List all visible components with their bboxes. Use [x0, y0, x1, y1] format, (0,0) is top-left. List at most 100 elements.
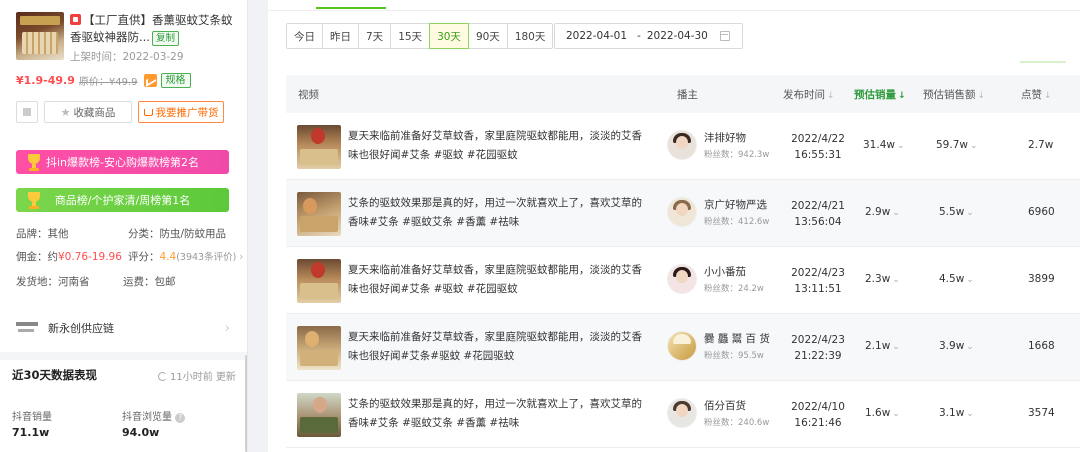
trend-chart-icon[interactable]	[143, 73, 157, 87]
table-row[interactable]: 艾条的驱蚊效果那是真的好，用过一次就喜欢上了，喜欢艾草的香味#艾条 #驱蚊艾条 …	[286, 381, 1080, 448]
video-thumbnail[interactable]	[297, 192, 341, 236]
favorite-button[interactable]: ★ 收藏商品	[44, 101, 132, 123]
video-description[interactable]: 艾条的驱蚊效果那是真的好，用过一次就喜欢上了，喜欢艾草的香味#艾条 #驱蚊艾条 …	[348, 194, 652, 232]
est-revenue[interactable]: 3.9w ⌄	[939, 340, 974, 352]
scrollbar[interactable]	[245, 355, 247, 452]
video-description[interactable]: 夏天来临前准备好艾草蚊香，家里庭院驱蚊都能用，淡淡的艾香味也很好闻#艾条#驱蚊 …	[348, 328, 652, 366]
anchor-fans: 粉丝数：942.3w	[704, 150, 770, 160]
video-thumbnail[interactable]	[297, 259, 341, 303]
video-thumbnail[interactable]	[297, 125, 341, 169]
est-revenue[interactable]: 4.5w ⌄	[939, 273, 974, 285]
est-revenue-value: 59.7w	[936, 139, 968, 151]
range-180d[interactable]: 180天	[506, 23, 554, 49]
chevron-down-icon: ⌄	[892, 342, 900, 352]
listed-date-label: 上架时间：	[70, 51, 123, 63]
video-description[interactable]: 艾条的驱蚊效果那是真的好，用过一次就喜欢上了，喜欢艾草的香味#艾条 #驱蚊艾条 …	[348, 395, 652, 433]
time-range-selector: 今日 昨日 7天 15天 30天 90天 180天	[286, 23, 554, 49]
est-sales-value: 1.6w	[865, 407, 891, 419]
est-sales-value: 2.1w	[865, 340, 891, 352]
rating[interactable]: 评分：4.4(3943条评价) ›	[128, 249, 244, 265]
range-30d[interactable]: 30天	[429, 23, 469, 49]
trophy-icon	[24, 190, 44, 210]
anchor-name[interactable]: 小小番茄	[704, 264, 746, 279]
chevron-down-icon: ⌄	[892, 275, 900, 285]
video-description[interactable]: 夏天来临前准备好艾草蚊香，家里庭院驱蚊都能用，淡淡的艾香味也很好闻#艾条 #驱蚊…	[348, 127, 652, 165]
anchor-name[interactable]: 佰分百货	[704, 398, 746, 413]
promote-label: 我要推广带货	[155, 106, 219, 119]
copy-button[interactable]: 复制	[151, 31, 179, 46]
stats-updated[interactable]: 11小时前 更新	[158, 368, 236, 383]
anchor-avatar[interactable]	[667, 398, 697, 428]
table-row[interactable]: 夏天来临前准备好艾草蚊香，家里庭院驱蚊都能用，淡淡的艾香味也很好闻#艾条 #驱蚊…	[286, 247, 1080, 314]
anchor-name[interactable]: 京广好物严选	[704, 197, 767, 212]
anchor-avatar[interactable]	[667, 197, 697, 227]
anchor-name[interactable]: 爨 龘 鬻 百 货	[704, 331, 770, 346]
date-start: 2022-04-01	[566, 30, 628, 42]
est-sales[interactable]: 31.4w ⌄	[863, 139, 905, 151]
price: ¥1.9-49.9	[16, 73, 75, 87]
ship-from-label: 发货地：	[16, 276, 58, 288]
qrcode-icon[interactable]	[16, 101, 38, 123]
sort-arrow-active-icon: ↓	[898, 91, 906, 101]
range-yesterday[interactable]: 昨日	[322, 23, 359, 49]
video-sales-panel: 今日 昨日 7天 15天 30天 90天 180天 2022-04-01 - 2…	[268, 0, 1080, 452]
video-thumbnail[interactable]	[297, 326, 341, 370]
range-today[interactable]: 今日	[286, 23, 323, 49]
rank-badge-weekly[interactable]: 商品榜/个护家清/周榜第1名	[16, 188, 229, 212]
help-icon[interactable]: ?	[175, 413, 186, 423]
table-row[interactable]: 夏天来临前准备好艾草蚊香，家里庭院驱蚊都能用，淡淡的艾香味也很好闻#艾条#驱蚊 …	[286, 314, 1080, 381]
est-sales[interactable]: 2.3w ⌄	[865, 273, 900, 285]
video-description[interactable]: 夏天来临前准备好艾草蚊香，家里庭院驱蚊都能用，淡淡的艾香味也很好闻#艾条 #驱蚊…	[348, 261, 652, 299]
table-row[interactable]: 夏天来临前准备好艾草蚊香，家里庭院驱蚊都能用，淡淡的艾香味也很好闻#艾条 #驱蚊…	[286, 113, 1080, 180]
est-revenue[interactable]: 5.5w ⌄	[939, 206, 974, 218]
col-likes[interactable]: 点赞 ↓	[1021, 87, 1052, 102]
promote-button[interactable]: 我要推广带货	[138, 101, 224, 123]
est-revenue-value: 3.1w	[939, 407, 965, 419]
category-label: 分类：	[128, 228, 160, 240]
rank-badge-weekly-label: 商品榜/个护家清/周榜第1名	[54, 194, 191, 207]
spec-button[interactable]: 规格	[160, 72, 191, 88]
col-est-sales[interactable]: 预估销量 ↓	[854, 87, 906, 102]
price-row: ¥1.9-49.9 原价：¥49.9 规格	[16, 72, 191, 88]
est-revenue[interactable]: 3.1w ⌄	[939, 407, 974, 419]
brand: 品牌：其他	[16, 226, 69, 242]
range-15d[interactable]: 15天	[390, 23, 431, 49]
divider	[0, 352, 247, 360]
publish-clock: 21:22:39	[794, 350, 842, 362]
sort-arrow-icon: ↓	[1044, 91, 1052, 101]
app-root: 【工厂直供】香薰驱蚊艾条蚊香驱蚊神器防... 复制 上架时间：2022-03-29…	[0, 0, 1080, 452]
chevron-down-icon: ⌄	[969, 141, 978, 151]
sales-value: 71.1w	[12, 426, 50, 439]
product-thumbnail[interactable]	[16, 12, 64, 60]
rating-value: 4.4	[159, 251, 177, 263]
col-est-revenue[interactable]: 预估销售额 ↓	[923, 87, 985, 102]
trophy-icon	[24, 152, 44, 172]
est-revenue[interactable]: 59.7w ⌄	[936, 139, 978, 151]
est-revenue-value: 5.5w	[939, 206, 965, 218]
range-90d[interactable]: 90天	[467, 23, 508, 49]
product-title[interactable]: 【工厂直供】香薰驱蚊艾条蚊香驱蚊神器防... 复制	[70, 12, 242, 46]
original-price: 原价：¥49.9	[78, 76, 138, 88]
range-7d[interactable]: 7天	[358, 23, 392, 49]
est-sales-value: 2.9w	[865, 206, 891, 218]
anchor-avatar[interactable]	[667, 130, 697, 160]
brand-label: 品牌：	[16, 228, 48, 240]
shipping-fee-label: 运费：	[123, 276, 155, 288]
anchor-avatar[interactable]	[667, 331, 697, 361]
est-sales[interactable]: 2.9w ⌄	[865, 206, 900, 218]
date-range-picker[interactable]: 2022-04-01 - 2022-04-30	[554, 23, 743, 49]
anchor-name[interactable]: 沣排好物	[704, 130, 746, 145]
est-sales[interactable]: 1.6w ⌄	[865, 407, 900, 419]
supplier-link[interactable]: 新永创供应链 ›	[16, 316, 238, 340]
video-thumbnail[interactable]	[297, 393, 341, 437]
anchor-avatar[interactable]	[667, 264, 697, 294]
est-sales[interactable]: 2.1w ⌄	[865, 340, 900, 352]
col-publish-time[interactable]: 发布时间 ↓	[783, 87, 835, 102]
rank-badge-hot[interactable]: 抖in爆款榜-安心购爆款榜第2名	[16, 150, 229, 174]
listed-date: 上架时间：2022-03-29	[70, 49, 184, 64]
likes: 1668	[1028, 340, 1055, 352]
shipping-fee-value: 包邮	[154, 276, 176, 288]
table-row[interactable]: 艾条的驱蚊效果那是真的好，用过一次就喜欢上了，喜欢艾草的香味#艾条 #驱蚊艾条 …	[286, 180, 1080, 247]
sort-arrow-icon: ↓	[977, 91, 986, 101]
est-revenue-value: 3.9w	[939, 340, 965, 352]
